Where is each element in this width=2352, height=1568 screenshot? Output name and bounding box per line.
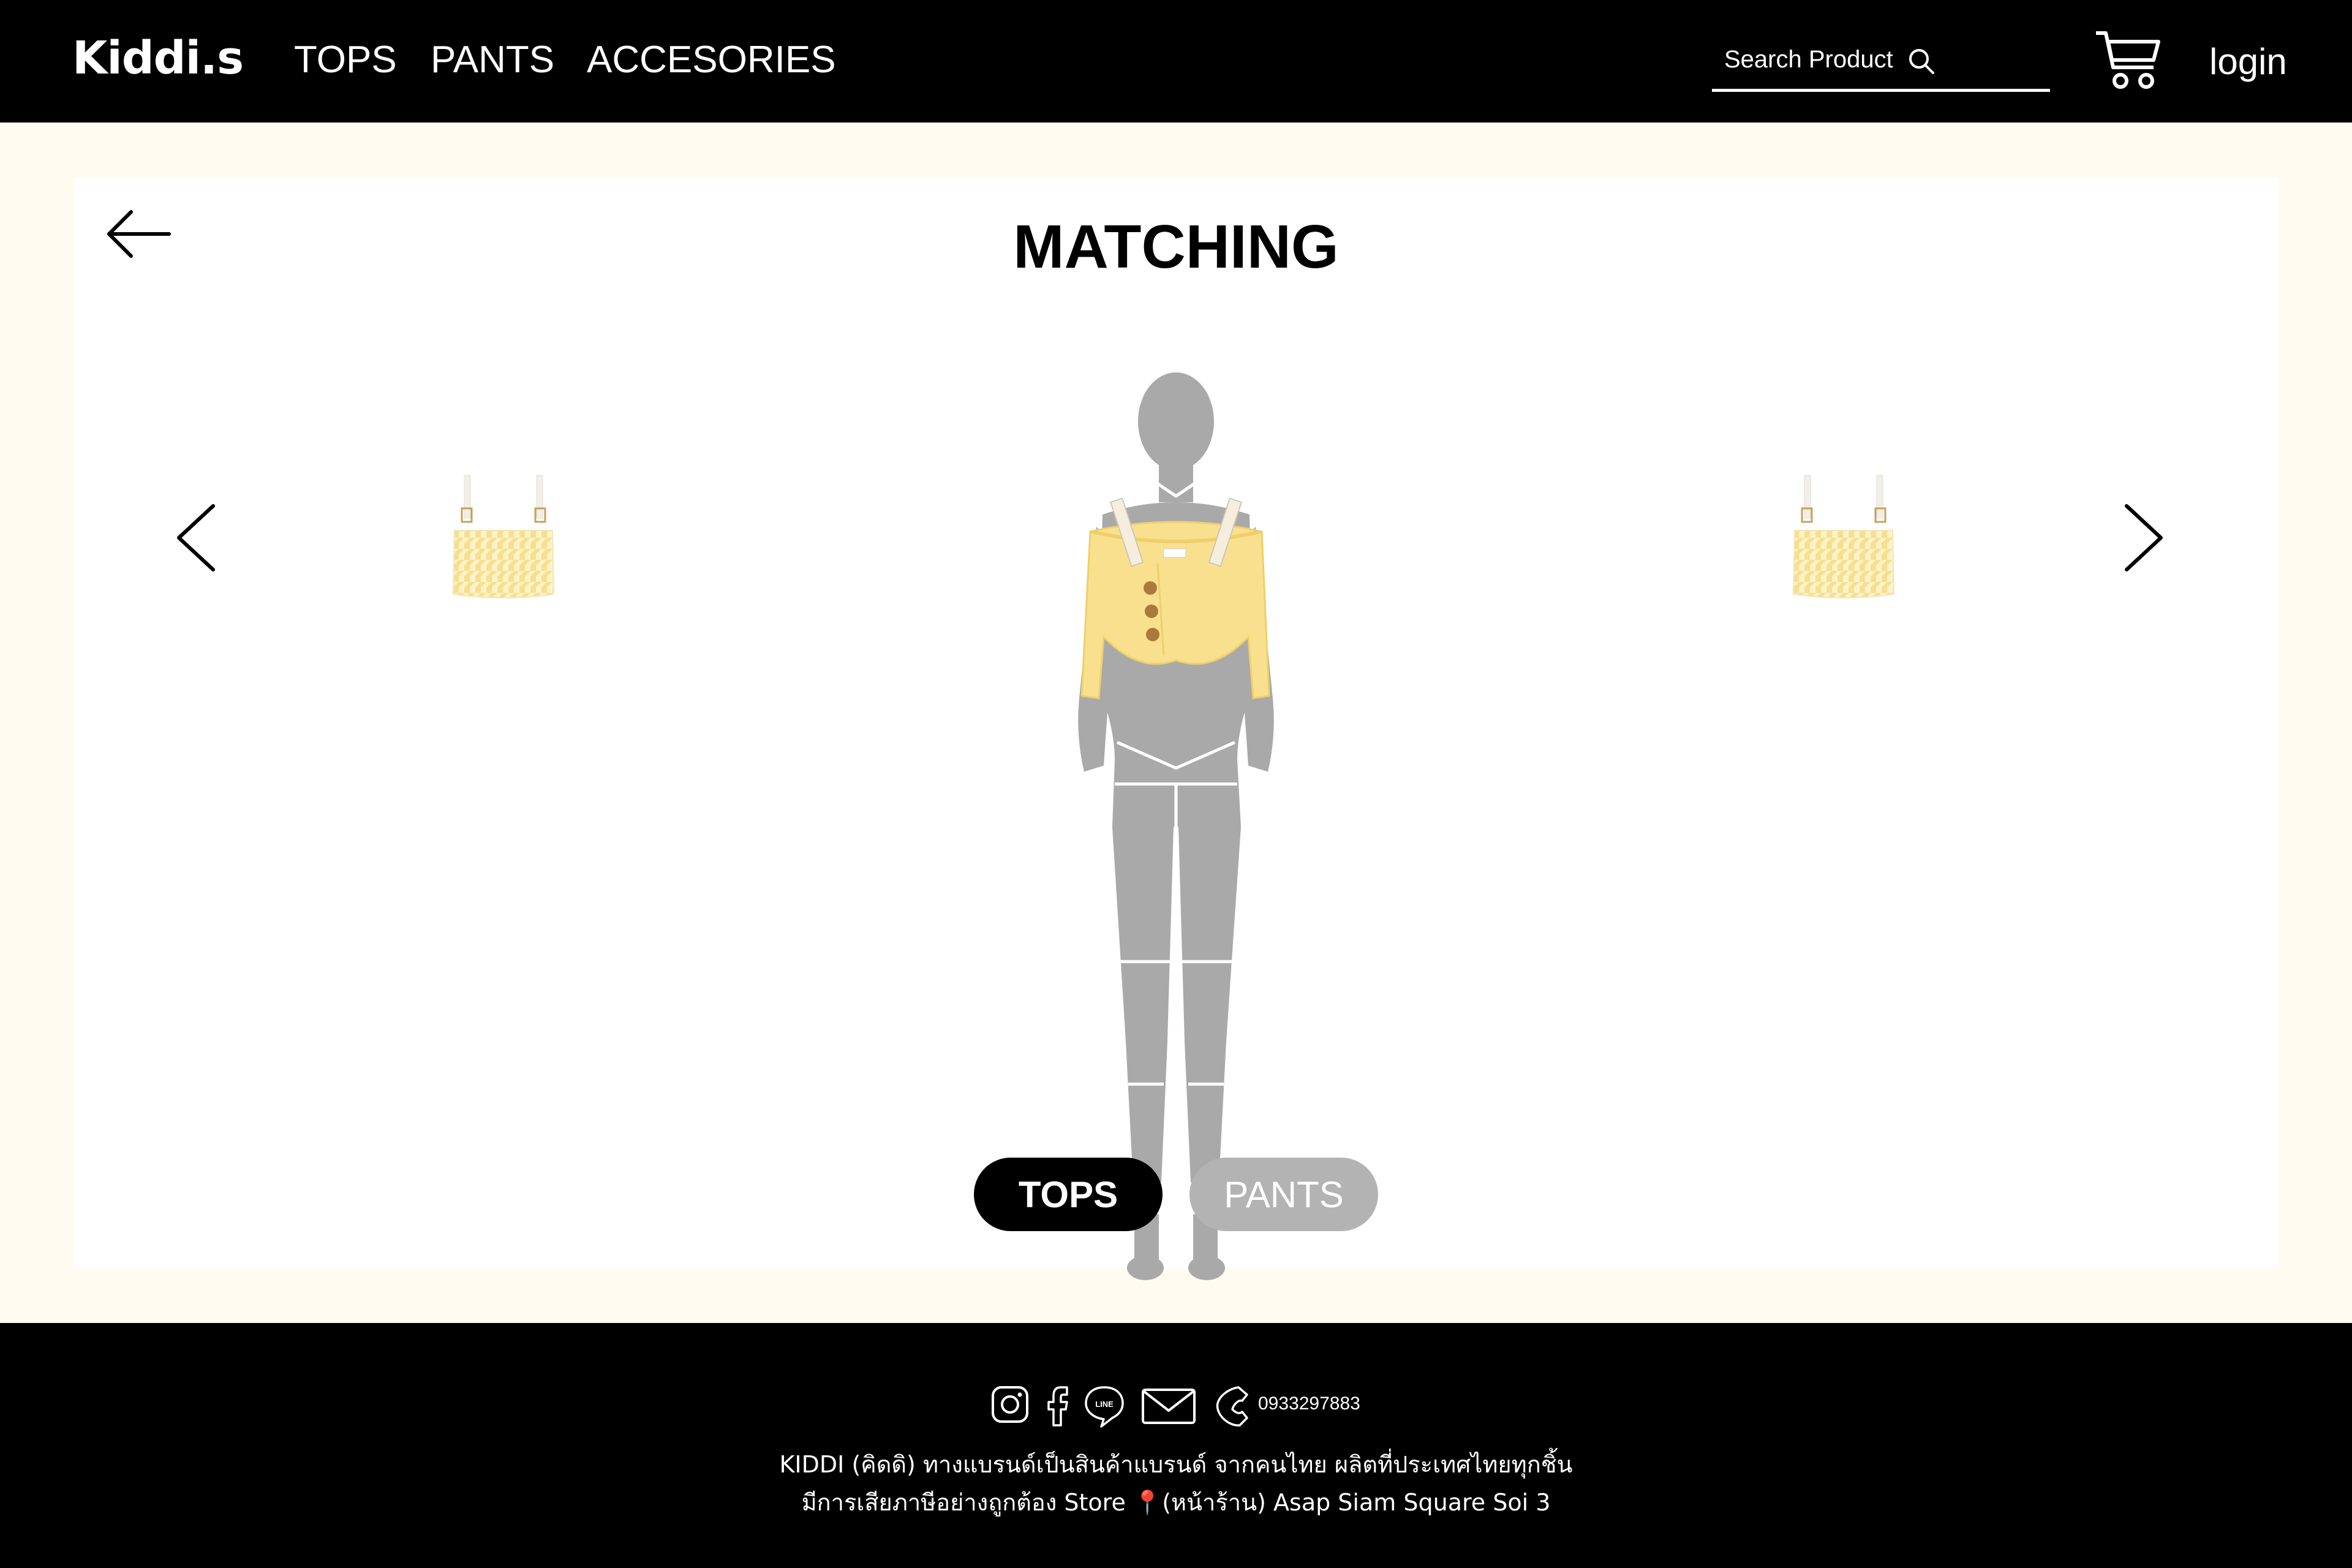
phone-icon[interactable] — [1212, 1381, 1252, 1430]
logo[interactable]: Kiddi.s — [72, 32, 244, 85]
login-link[interactable]: login — [2209, 40, 2287, 83]
instagram-icon[interactable] — [990, 1381, 1030, 1430]
tab-tops[interactable]: TOPS — [974, 1158, 1163, 1231]
footer-brand-text: KIDDI (คิดดิ) ทางแบรนด์เป็นสินค้าแบรนด์ … — [779, 1451, 1573, 1478]
search-box — [1712, 38, 2050, 92]
nav-tops[interactable]: TOPS — [294, 38, 397, 81]
product-thumbnail-prev[interactable] — [442, 472, 565, 612]
tab-pants[interactable]: PANTS — [1189, 1158, 1378, 1231]
nav-accesories[interactable]: ACCESORIES — [587, 38, 836, 81]
page-title: MATCHING — [1013, 213, 1339, 281]
cart-icon[interactable] — [2095, 29, 2162, 91]
phone-number: 0933297883 — [1258, 1393, 1360, 1414]
line-icon[interactable]: LINE — [1083, 1381, 1126, 1430]
search-icon[interactable] — [1907, 47, 1936, 76]
top-navbar: Kiddi.s TOPS PANTS ACCESORIES login — [0, 0, 2352, 123]
mannequin-figure — [1078, 372, 1274, 1280]
search-input[interactable] — [1724, 43, 1908, 76]
footer-store-text: มีการเสียภาษีอย่างถูกต้อง Store 📍(หน้าร้… — [801, 1489, 1551, 1516]
product-thumbnail-next[interactable] — [1782, 472, 1905, 612]
mail-icon[interactable] — [1140, 1381, 1197, 1430]
chevron-right-icon[interactable] — [2119, 501, 2168, 575]
footer: LINE 0933297883 KIDDI (คิดดิ) ทางแบรนด์เ… — [0, 1323, 2352, 1568]
svg-text:LINE: LINE — [1095, 1400, 1114, 1409]
facebook-icon[interactable] — [1044, 1381, 1071, 1430]
chevron-left-icon[interactable] — [172, 501, 221, 575]
nav-pants[interactable]: PANTS — [431, 38, 554, 81]
matching-panel: MATCHING TOPS PANTS — [74, 178, 2278, 1280]
